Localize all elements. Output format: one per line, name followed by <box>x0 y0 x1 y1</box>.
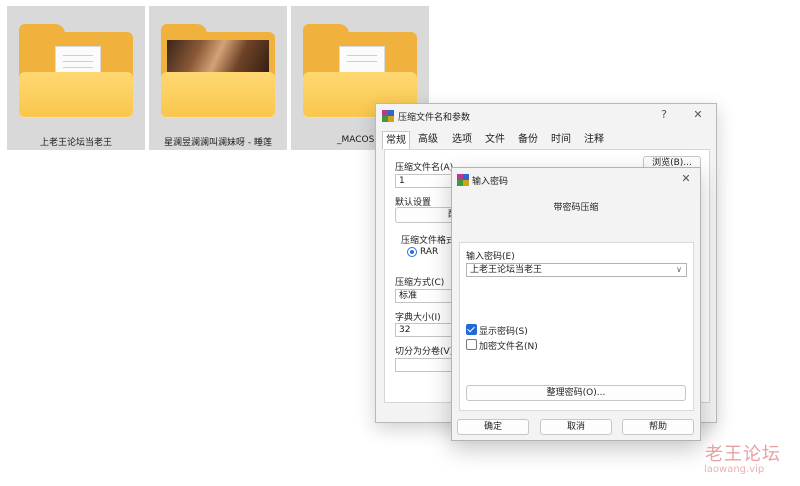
encrypt-filenames-label: 加密文件名(N) <box>479 342 538 352</box>
organize-passwords-button[interactable]: 整理密码(O)... <box>466 385 686 401</box>
password-panel: 输入密码(E) 上老王论坛当老王 ∨ 显示密码(S) 加密文件名(N) 整理密码… <box>459 242 694 411</box>
folder-icon <box>161 24 275 118</box>
enter-password-label: 输入密码(E) <box>466 252 515 262</box>
dialog-title: 输入密码 <box>472 177 509 187</box>
tab-general[interactable]: 常规 <box>382 131 410 150</box>
encrypt-filenames-checkbox[interactable] <box>466 339 477 350</box>
help-icon[interactable]: ? <box>654 107 674 123</box>
title-bar: 输入密码 ✕ <box>452 168 700 192</box>
show-password-checkbox[interactable] <box>466 324 477 335</box>
close-icon[interactable]: ✕ <box>688 107 708 123</box>
chevron-down-icon[interactable]: ∨ <box>676 264 682 276</box>
archive-name-label: 压缩文件名(A) <box>395 163 454 173</box>
tab-options[interactable]: 选项 <box>450 131 474 149</box>
winrar-icon <box>457 174 469 186</box>
folder-tile-2[interactable]: 星澜昱澜澜叫澜妹呀 - 睡莲 <box>149 6 287 150</box>
ok-button[interactable]: 确定 <box>457 419 529 435</box>
tab-backup[interactable]: 备份 <box>516 131 540 149</box>
folder-icon <box>19 24 133 118</box>
tab-files[interactable]: 文件 <box>483 131 507 149</box>
compression-method-label: 压缩方式(C) <box>395 278 445 288</box>
folder-label: 上老王论坛当老王 <box>39 138 112 148</box>
folder-tile-1[interactable]: 上老王论坛当老王 <box>7 6 145 150</box>
password-input[interactable]: 上老王论坛当老王 ∨ <box>466 263 687 277</box>
dictionary-size-label: 字典大小(I) <box>395 313 441 323</box>
tab-time[interactable]: 时间 <box>549 131 573 149</box>
watermark-url: laowang.vip <box>704 464 765 475</box>
watermark-text: 老王论坛 <box>705 444 781 465</box>
rar-radio-label: RAR <box>420 247 439 257</box>
dialog-title: 压缩文件名和参数 <box>398 113 471 123</box>
cancel-button[interactable]: 取消 <box>540 419 612 435</box>
rar-radio[interactable] <box>407 247 417 257</box>
show-password-label: 显示密码(S) <box>479 327 528 337</box>
enter-password-dialog: 输入密码 ✕ 带密码压缩 输入密码(E) 上老王论坛当老王 ∨ 显示密码(S) … <box>451 167 701 441</box>
title-bar: 压缩文件名和参数 ? ✕ <box>376 104 716 128</box>
tab-advanced[interactable]: 高级 <box>416 131 440 149</box>
winrar-icon <box>382 110 394 122</box>
close-icon[interactable]: ✕ <box>676 171 696 187</box>
folder-label: 星澜昱澜澜叫澜妹呀 - 睡莲 <box>164 138 272 148</box>
dialog-heading: 带密码压缩 <box>553 203 599 213</box>
tab-comment[interactable]: 注释 <box>582 131 606 149</box>
help-button[interactable]: 帮助 <box>622 419 694 435</box>
archive-format-label: 压缩文件格式 <box>401 236 456 246</box>
